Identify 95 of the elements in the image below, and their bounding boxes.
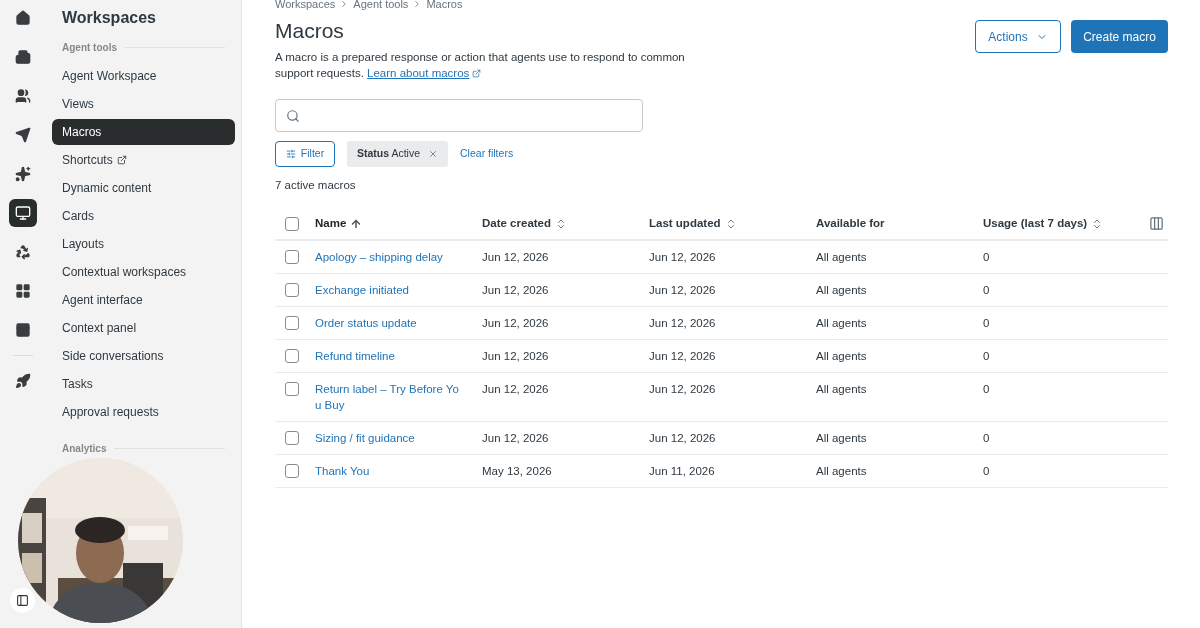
sidebar-item[interactable]: Approval requests xyxy=(52,399,235,425)
sidebar-item[interactable]: Layouts xyxy=(52,231,235,257)
filter-button[interactable]: Filter xyxy=(275,141,335,167)
macro-link[interactable]: Thank You xyxy=(315,463,465,480)
macro-link[interactable]: Return label – Try Before You Buy xyxy=(315,381,465,414)
sidebar-item[interactable]: Context panel xyxy=(52,315,235,341)
sidebar-item[interactable]: Agent Workspace xyxy=(52,63,235,89)
table-cell-text: Jun 12, 2026 xyxy=(482,250,549,266)
external-link-icon xyxy=(116,155,127,165)
table-cell-text: All agents xyxy=(816,316,867,332)
page-title: Macros xyxy=(275,18,345,44)
section-heading: Agent tools xyxy=(62,41,117,55)
table-cell-text: 0 xyxy=(983,349,990,365)
table-cell-text: 0 xyxy=(983,316,990,332)
send-icon xyxy=(15,127,31,143)
table-cell-text: 0 xyxy=(983,464,990,480)
checkbox[interactable] xyxy=(285,349,299,364)
panel-icon xyxy=(16,594,29,607)
column-header[interactable]: Available for xyxy=(816,215,885,233)
table-cell-text: Jun 12, 2026 xyxy=(482,349,549,365)
sidebar-item[interactable]: Tasks xyxy=(52,371,235,397)
table-cell-text: 0 xyxy=(983,382,990,398)
monitor-icon xyxy=(15,205,31,221)
column-header[interactable]: Last updated xyxy=(649,215,737,233)
table-cell-text: May 13, 2026 xyxy=(482,464,552,480)
macro-link[interactable]: Sizing / fit guidance xyxy=(315,430,465,447)
breadcrumb-link[interactable]: Macros xyxy=(426,0,463,13)
result-count: 7 active macros xyxy=(275,178,357,193)
checkbox[interactable] xyxy=(285,464,299,479)
search-field[interactable] xyxy=(275,99,643,132)
sort-ascending-icon[interactable] xyxy=(350,217,363,230)
macro-link[interactable]: Apology – shipping delay xyxy=(315,249,465,266)
section-heading: Analytics xyxy=(62,442,107,456)
table-cell-text: Jun 12, 2026 xyxy=(482,431,549,447)
breadcrumb-link[interactable]: Agent tools xyxy=(353,0,409,13)
column-header[interactable]: Date created xyxy=(482,215,568,233)
page-description: A macro is a prepared response or action that agents use to respond to common support requests. Learn about macros xyxy=(275,50,686,81)
filter-chip[interactable]: Status Active xyxy=(347,141,449,167)
home-icon xyxy=(15,10,31,26)
table-cell-text: Jun 12, 2026 xyxy=(649,316,716,332)
table-cell-text: 0 xyxy=(983,250,990,266)
macro-link[interactable]: Exchange initiated xyxy=(315,282,465,299)
remove-icon[interactable] xyxy=(428,149,439,159)
checkbox[interactable] xyxy=(285,283,299,298)
macro-link[interactable]: Order status update xyxy=(315,315,465,332)
breadcrumb-link[interactable]: Workspaces xyxy=(275,0,336,13)
macro-link[interactable]: Refund timeline xyxy=(315,348,465,365)
checkbox[interactable] xyxy=(285,250,299,265)
clear-filters-link[interactable]: Clear filters xyxy=(460,146,514,162)
table-cell-text: Jun 12, 2026 xyxy=(649,349,716,365)
sidebar-item[interactable]: Views xyxy=(52,91,235,117)
chip-label: Status Active xyxy=(357,146,421,162)
checkbox[interactable] xyxy=(285,216,299,231)
table-cell-text: All agents xyxy=(816,464,867,480)
table-cell-text: Jun 12, 2026 xyxy=(482,316,549,332)
columns-icon[interactable] xyxy=(1149,216,1164,232)
filter-icon xyxy=(285,149,296,159)
sidebar-item[interactable]: Agent interface xyxy=(52,287,235,313)
table-cell-text: All agents xyxy=(816,382,867,398)
table-cell-text: Jun 12, 2026 xyxy=(482,382,549,398)
sidebar-item[interactable]: Cards xyxy=(52,203,235,229)
checkbox[interactable] xyxy=(285,431,299,446)
sidebar-item[interactable]: Contextual workspaces xyxy=(52,259,235,285)
table-cell-text: Jun 12, 2026 xyxy=(649,250,716,266)
learn-link[interactable]: Learn about macros xyxy=(367,65,482,81)
column-header[interactable]: Name xyxy=(315,215,363,233)
table-cell-text: Jun 12, 2026 xyxy=(649,382,716,398)
recycle-icon xyxy=(15,244,31,260)
checkbox[interactable] xyxy=(285,316,299,331)
column-header[interactable]: Usage (last 7 days) xyxy=(983,215,1104,233)
search-icon xyxy=(286,108,300,123)
table-cell-text: All agents xyxy=(816,431,867,447)
table-cell-text: All agents xyxy=(816,283,867,299)
external-link-icon xyxy=(472,68,482,78)
table-cell-text: All agents xyxy=(816,349,867,365)
create-macro-button[interactable]: Create macro xyxy=(1071,20,1168,53)
actions-button[interactable]: Actions xyxy=(975,20,1061,53)
table-cell-text: 0 xyxy=(983,431,990,447)
rail-button[interactable] xyxy=(9,199,37,227)
table-cell-text: Jun 12, 2026 xyxy=(649,431,716,447)
table-cell-text: Jun 12, 2026 xyxy=(482,283,549,299)
table-cell-text: Jun 12, 2026 xyxy=(649,283,716,299)
checkbox[interactable] xyxy=(285,382,299,397)
rocket-icon xyxy=(15,373,31,389)
sidebar-title: Workspaces xyxy=(61,8,157,26)
table-cell-text: All agents xyxy=(816,250,867,266)
sidebar-item[interactable]: Side conversations xyxy=(52,343,235,369)
sidebar-item[interactable]: Dynamic content xyxy=(52,175,235,201)
users-icon xyxy=(15,88,31,104)
sparkle-icon xyxy=(15,166,31,182)
sidebar-item[interactable]: Shortcuts xyxy=(52,147,235,173)
table-cell-text: 0 xyxy=(983,283,990,299)
table-cell-text: Jun 11, 2026 xyxy=(649,464,715,480)
grid-icon xyxy=(15,283,31,299)
sidebar-item[interactable]: Macros xyxy=(52,119,235,145)
